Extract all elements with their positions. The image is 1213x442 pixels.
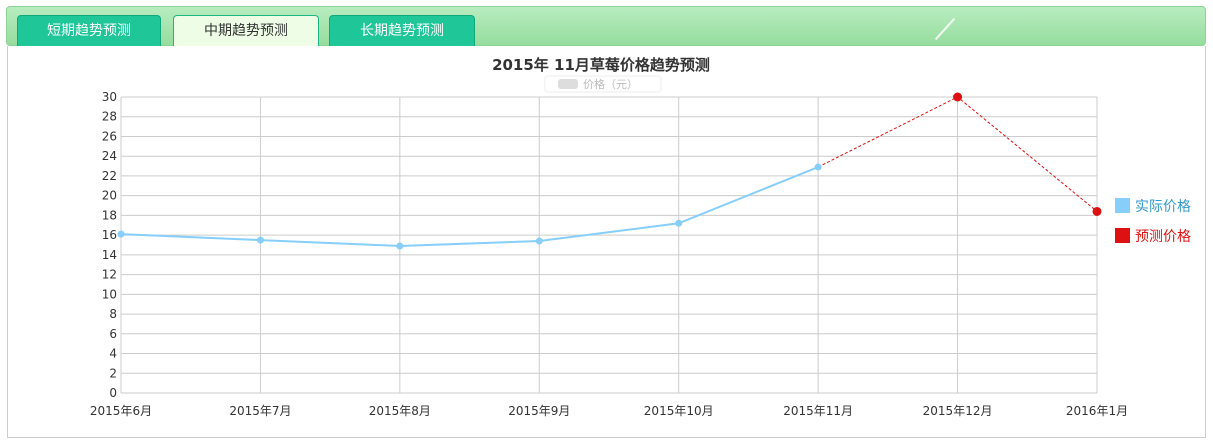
- x-tick-label: 2015年11月: [783, 404, 853, 418]
- data-point[interactable]: [675, 219, 683, 227]
- data-point[interactable]: [535, 237, 543, 245]
- data-points: [117, 92, 1102, 250]
- y-tick-label: 4: [109, 347, 117, 361]
- grid-lines: [120, 96, 1098, 394]
- series-lines: [120, 96, 1098, 247]
- y-tick-label: 12: [102, 268, 117, 282]
- x-tick-label: 2015年12月: [923, 404, 993, 418]
- data-point[interactable]: [396, 242, 404, 250]
- y-tick-label: 8: [109, 307, 117, 321]
- price-trend-chart: 2015年 11月草莓价格趋势预测 价格（元） 0246810121416182…: [90, 56, 1191, 418]
- data-point[interactable]: [117, 230, 125, 238]
- unit-legend: 价格（元）: [544, 75, 662, 93]
- legend-label[interactable]: 实际价格: [1135, 199, 1191, 215]
- page-root: 短期趋势预测 中期趋势预测 长期趋势预测 2015年 11月草莓价格趋势预测 价…: [0, 0, 1213, 442]
- data-point[interactable]: [953, 92, 963, 102]
- y-tick-label: 14: [102, 248, 117, 262]
- y-tick-label: 18: [102, 208, 117, 222]
- y-tick-label: 16: [102, 228, 117, 242]
- legend-swatch: [1115, 198, 1130, 213]
- y-tick-label: 22: [102, 169, 117, 183]
- x-tick-label: 2015年8月: [369, 404, 431, 418]
- y-tick-label: 2: [109, 366, 117, 380]
- x-tick-label: 2015年7月: [229, 404, 291, 418]
- x-tick-label: 2015年9月: [508, 404, 570, 418]
- data-point[interactable]: [814, 163, 822, 171]
- x-tick-label: 2016年1月: [1066, 404, 1128, 418]
- data-point[interactable]: [256, 236, 264, 244]
- series-legend: 实际价格预测价格: [1115, 198, 1191, 245]
- y-tick-label: 6: [109, 327, 117, 341]
- y-tick-label: 20: [102, 189, 117, 203]
- legend-label[interactable]: 预测价格: [1135, 229, 1191, 245]
- y-tick-label: 0: [109, 386, 117, 400]
- unit-legend-swatch: [558, 79, 578, 89]
- data-point[interactable]: [1092, 206, 1102, 216]
- series-line-1: [120, 166, 819, 247]
- y-tick-label: 26: [102, 129, 117, 143]
- x-axis-ticks: 2015年6月 2015年7月 2015年8月 2015年9月 2015年10月 2015…: [90, 404, 1128, 418]
- y-tick-label: 24: [102, 149, 117, 163]
- chart-title: 2015年 11月草莓价格趋势预测: [492, 56, 710, 74]
- y-tick-label: 30: [102, 90, 117, 104]
- x-tick-label: 2015年6月: [90, 404, 152, 418]
- y-tick-label: 10: [102, 287, 117, 301]
- x-tick-label: 2015年10月: [644, 404, 714, 418]
- legend-swatch: [1115, 228, 1130, 243]
- unit-label: 价格（元）: [583, 77, 638, 91]
- y-tick-label: 28: [102, 110, 117, 124]
- y-axis-ticks: 024681012141618202224262830: [102, 90, 117, 400]
